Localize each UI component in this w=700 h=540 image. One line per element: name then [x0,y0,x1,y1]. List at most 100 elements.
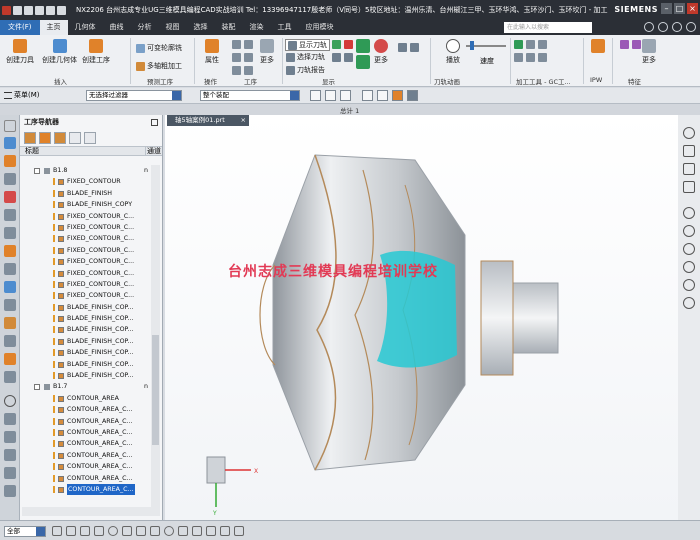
end-point-icon[interactable] [66,526,76,536]
operation-row[interactable]: FIXED_CONTOUR_C... [20,222,151,233]
reuse-tab-icon[interactable] [4,353,16,365]
ipw-button[interactable] [591,39,605,53]
snap-point-icon[interactable] [52,526,62,536]
properties-button[interactable]: 属性 [205,39,219,65]
copy-icon[interactable] [57,5,66,15]
operation-row[interactable]: FIXED_CONTOUR_C... [20,233,151,244]
undo-icon[interactable] [24,5,33,15]
tab-render[interactable]: 渲染 [243,20,271,35]
navigator-horizontal-scrollbar[interactable] [22,507,160,516]
help-icon[interactable] [658,22,668,32]
tab-home[interactable]: 主页 [39,20,68,35]
operation-row[interactable]: CONTOUR_AREA [20,393,151,404]
history-tab-icon[interactable] [4,263,16,275]
operation-row[interactable]: BLADE_FINISH [20,188,151,199]
simulate-icon[interactable] [232,53,241,62]
display-option-icon[interactable] [332,40,341,49]
machine-tool-view-icon[interactable] [39,132,51,144]
team-tab-icon[interactable] [4,467,16,479]
operation-row[interactable]: CONTOUR_AREA_C... [20,416,151,427]
redo-icon[interactable] [35,5,44,15]
render-icon[interactable] [407,90,418,101]
expand-collapse-icon[interactable] [34,168,40,174]
method-tab-icon[interactable] [4,227,16,239]
assembly-scope-select[interactable]: 整个装配 [200,90,300,101]
verify-icon[interactable] [244,40,253,49]
top-view-icon[interactable] [683,181,695,193]
shade-icon[interactable] [392,90,403,101]
clearance-icon[interactable] [526,53,535,62]
operation-row[interactable]: CONTOUR_AREA_C... [20,450,151,461]
show-toolpath-button[interactable]: 显示刀轨 [285,39,330,51]
part-tab-icon[interactable] [4,155,16,167]
machine-tab-icon[interactable] [4,191,16,203]
help-tab-icon[interactable] [4,449,16,461]
more-display-button[interactable]: 更多 [374,39,388,65]
col-swap[interactable]: 通道 [145,147,161,156]
operation-row[interactable]: BLADE_FINISH_COP... [20,347,151,358]
settings-icon[interactable] [4,120,16,132]
command-search-input[interactable]: 在此输入以搜索 [504,22,592,33]
tab-view[interactable]: 视图 [159,20,187,35]
extra-tab-icon[interactable] [4,485,16,497]
collapse-ribbon-icon[interactable] [672,22,682,32]
program-group-row[interactable]: B1.7 n [20,381,151,392]
fit-icon[interactable] [362,90,373,101]
operation-row[interactable]: CONTOUR_AREA_C... [20,427,151,438]
quadrant-point-icon[interactable] [122,526,132,536]
color-display-icon[interactable] [344,40,353,49]
hide-show-icon[interactable] [683,225,695,237]
shop-doc-icon[interactable] [232,66,241,75]
speed-slider-thumb[interactable] [470,41,474,50]
tab-curve[interactable]: 曲线 [103,20,131,35]
maximize-panel-icon[interactable] [151,119,158,126]
ipw-display-icon[interactable] [332,53,341,62]
scope-select[interactable]: 全部 [4,526,46,537]
move-down-button[interactable] [356,55,370,69]
file-menu-button[interactable]: 文件(F) [0,20,40,35]
maximize-icon[interactable]: □ [674,3,685,14]
hide-icon[interactable] [344,53,353,62]
intersection-point-icon[interactable] [136,526,146,536]
grid-icon[interactable] [178,526,188,536]
control-point-icon[interactable] [94,526,104,536]
program-tab-icon[interactable] [4,209,16,221]
feature-tab-icon[interactable] [4,245,16,257]
operation-row[interactable]: CONTOUR_AREA_C... [20,473,151,484]
list-icon[interactable] [538,53,547,62]
create-tool-button[interactable]: 创建刀具 [6,39,34,65]
measure-icon[interactable] [192,526,202,536]
operation-row[interactable]: BLADE_FINISH_COP... [20,359,151,370]
operation-row[interactable]: BLADE_FINISH_COP... [20,336,151,347]
navigator-tab-icon[interactable] [4,137,16,149]
pan-icon[interactable] [683,261,695,273]
more-operations-button[interactable]: 更多 [260,39,274,65]
geometry-view-icon[interactable] [54,132,66,144]
snap-icon[interactable] [325,90,336,101]
expand-collapse-icon[interactable] [34,384,40,391]
operation-row[interactable]: FIXED_CONTOUR [20,176,151,187]
mid-point-icon[interactable] [80,526,90,536]
menu-button[interactable]: 菜单(M) [4,90,40,100]
output-cls-icon[interactable] [244,66,253,75]
more-features-button[interactable]: 更多 [642,39,656,65]
operation-row[interactable]: BLADE_FINISH_COPY [20,199,151,210]
select-toolpath-button[interactable]: 选择刀轨 [286,52,325,62]
create-geometry-button[interactable]: 创建几何体 [42,39,77,65]
point-on-curve-icon[interactable] [150,526,160,536]
collision-icon[interactable] [514,53,523,62]
tab-select[interactable]: 选择 [187,20,215,35]
operation-row[interactable]: CONTOUR_AREA_C... [20,461,151,472]
window-icon[interactable] [686,22,696,32]
axis-icon[interactable] [410,43,419,52]
point-on-face-icon[interactable] [164,526,174,536]
generate-icon[interactable] [232,40,241,49]
gauge-icon[interactable] [538,40,547,49]
library-tab-icon[interactable] [4,281,16,293]
rotate-icon[interactable] [683,243,695,255]
operation-row[interactable]: FIXED_CONTOUR_C... [20,279,151,290]
part-file-tab[interactable]: 轴5轴案例01.prt × [167,115,249,126]
web-tab-icon[interactable] [4,299,16,311]
program-group-row[interactable]: B1.8 n [20,165,151,176]
variable-contour-mill-button[interactable]: 可变轮廓铣 [136,43,182,53]
